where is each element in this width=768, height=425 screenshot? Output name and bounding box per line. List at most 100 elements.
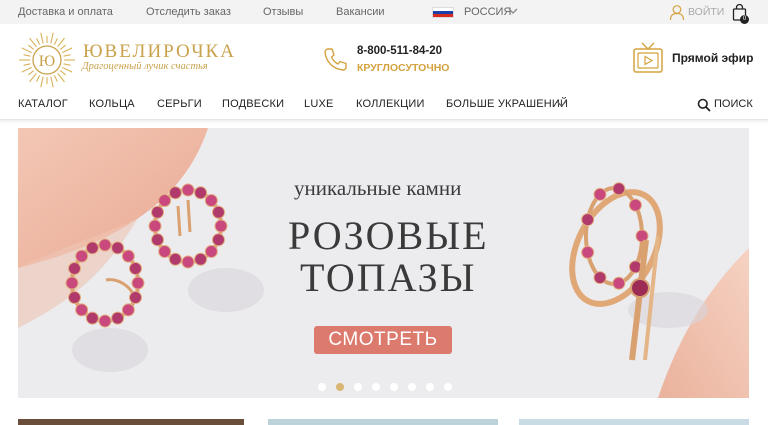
gem-stone (581, 245, 595, 259)
phone-number[interactable]: 8-800-511-84-20 (357, 45, 442, 57)
vacancies-link[interactable]: Вакансии (336, 6, 385, 18)
gem-stone (211, 233, 225, 247)
logo-ray (40, 32, 44, 44)
logo-sun-icon[interactable]: Ю (18, 31, 76, 89)
logo-ray (53, 38, 58, 45)
brand-name[interactable]: ЮВЕЛИРОЧКА (83, 41, 236, 63)
logo-ray (59, 70, 67, 76)
banner-title-line2: ТОПАЗЫ (300, 255, 477, 300)
gem-stone (593, 271, 607, 285)
gem-stone (194, 252, 208, 266)
category-thumb-1[interactable] (18, 419, 244, 425)
banner-kicker: уникальные камни (294, 176, 462, 200)
logo-ray (57, 37, 65, 48)
carousel-dot[interactable] (372, 383, 380, 391)
gem-stone (628, 198, 642, 212)
carousel-dot[interactable] (336, 383, 344, 391)
logo-ray (21, 66, 32, 73)
gem-stone (168, 186, 182, 200)
nav-item-catalog[interactable]: КАТАЛОГ (18, 98, 68, 110)
logo-ray (63, 63, 71, 66)
nav-item-earrings[interactable]: СЕРЬГИ (157, 98, 202, 110)
russia-flag-icon[interactable] (432, 7, 454, 18)
logo-ray (29, 37, 37, 48)
reviews-link[interactable]: Отзывы (263, 6, 303, 18)
nav-item-collections[interactable]: КОЛЛЕКЦИИ (356, 98, 425, 110)
gem-stone (98, 238, 112, 252)
promo-banner[interactable]: уникальные камни РОЗОВЫЕ ТОПАЗЫ СМОТРЕТЬ (18, 128, 749, 398)
brand-tagline: Драгоценный лучик счастья (82, 61, 208, 72)
carousel-dot[interactable] (318, 383, 326, 391)
gem-stone (158, 194, 172, 208)
gem-stone (75, 303, 89, 317)
gem-stone (85, 311, 99, 325)
gem-stone (121, 303, 135, 317)
carousel-dot[interactable] (390, 383, 398, 391)
phone-hours: КРУГЛОСУТОЧНО (357, 62, 450, 74)
logo-ray (36, 38, 41, 45)
nav-item-pendants[interactable]: ПОДВЕСКИ (222, 98, 284, 110)
top-utility-bar: Доставка и оплата Отследить заказ Отзывы… (0, 0, 768, 24)
category-thumb-3[interactable] (519, 419, 749, 425)
logo-ray (23, 63, 31, 66)
gem-stone (128, 291, 142, 305)
login-link[interactable]: ВОЙТИ (688, 6, 724, 18)
nav-item-rings[interactable]: КОЛЬЦА (89, 98, 135, 110)
logo-ray (59, 44, 67, 50)
delivery-link[interactable]: Доставка и оплата (18, 6, 113, 18)
logo-ray (57, 72, 65, 83)
gem-stone (151, 233, 165, 247)
carousel-dot[interactable] (444, 383, 452, 391)
gem-stone (612, 276, 626, 290)
nav-divider (0, 120, 768, 124)
track-order-link[interactable]: Отследить заказ (146, 6, 231, 18)
gem-stone (194, 186, 208, 200)
gem-stone (214, 219, 228, 233)
nav-item-more-jewelry[interactable]: БОЛЬШЕ УКРАШЕНИЙ (446, 98, 568, 110)
carousel-dot[interactable] (426, 383, 434, 391)
phone-icon (324, 48, 347, 71)
category-thumb-2[interactable] (268, 419, 498, 425)
live-stream-link[interactable]: Прямой эфир (672, 51, 753, 65)
banner-cta-button[interactable]: СМОТРЕТЬ (314, 326, 452, 354)
gem-stone (131, 276, 145, 290)
search-icon[interactable] (697, 98, 711, 112)
banner-title-line1: РОЗОВЫЕ (288, 213, 489, 258)
logo-ray (63, 54, 71, 57)
gem-stone (168, 252, 182, 266)
tv-live-icon[interactable] (632, 41, 664, 75)
gem-stone (151, 205, 165, 219)
gem-stone (75, 249, 89, 263)
gem-stone (181, 255, 195, 269)
gem-stone (85, 241, 99, 255)
chevron-down-icon[interactable] (508, 6, 518, 16)
carousel-dot[interactable] (408, 383, 416, 391)
gem-stone (181, 183, 195, 197)
logo-ray (23, 54, 31, 57)
user-icon[interactable] (669, 4, 685, 21)
logo-ray (27, 44, 35, 50)
logo-ray (50, 76, 54, 88)
chevron-down-icon[interactable] (556, 99, 567, 109)
gem-stone (158, 244, 172, 258)
gem-stone (148, 219, 162, 233)
gem-stone (204, 194, 218, 208)
gem-stone (593, 187, 607, 201)
logo-ray (50, 32, 54, 44)
gem-stone (128, 261, 142, 275)
logo-letters: Ю (39, 53, 55, 70)
search-button[interactable]: ПОИСК (714, 98, 753, 110)
gem-stone (98, 314, 112, 328)
gem-stone (204, 244, 218, 258)
logo-ray (62, 47, 73, 54)
cart-count-badge: 0 (740, 15, 749, 24)
nav-item-luxe[interactable]: LUXE (304, 98, 334, 110)
gem-stone (211, 205, 225, 219)
gem-stone (65, 276, 79, 290)
carousel-dot[interactable] (354, 383, 362, 391)
logo-ray (40, 76, 44, 88)
gem-stone (581, 213, 595, 227)
gem-stone (68, 261, 82, 275)
logo-ray (27, 70, 35, 76)
country-selector[interactable]: РОССИЯ (464, 6, 511, 18)
